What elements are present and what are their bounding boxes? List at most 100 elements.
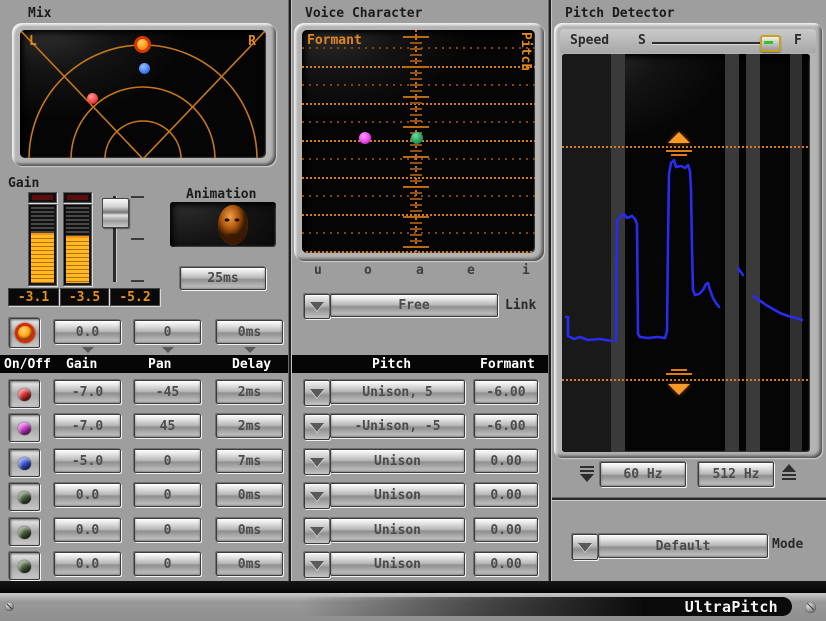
gain-meter-1 bbox=[28, 204, 57, 286]
voice5-led-icon bbox=[18, 526, 31, 539]
master-onoff-button[interactable] bbox=[9, 318, 40, 348]
mix-dot-master[interactable] bbox=[134, 36, 151, 53]
voice2-pan[interactable]: 45 bbox=[134, 414, 201, 438]
mix-dot-voice3[interactable] bbox=[139, 63, 150, 74]
pitch6-dropdown-button[interactable] bbox=[304, 552, 330, 578]
brand-name: UltraPitch bbox=[685, 598, 778, 616]
pan-column-pointer-icon bbox=[162, 347, 174, 353]
formant3-value[interactable]: 0.00 bbox=[474, 449, 538, 473]
footer-bar: UltraPitch bbox=[0, 593, 826, 621]
pitch-detector-display bbox=[562, 54, 810, 452]
voice1-delay[interactable]: 2ms bbox=[216, 380, 283, 404]
pitch4-interval[interactable]: Unison bbox=[330, 483, 465, 507]
pitch4-dropdown-button[interactable] bbox=[304, 483, 330, 509]
vc-dot-voice4[interactable] bbox=[411, 132, 423, 144]
gain-meter2-readout: -3.5 bbox=[60, 288, 109, 306]
pitch3-interval[interactable]: Unison bbox=[330, 449, 465, 473]
voice1-gain[interactable]: -7.0 bbox=[54, 380, 121, 404]
voice2-onoff-button[interactable] bbox=[9, 414, 40, 442]
voice2-gain[interactable]: -7.0 bbox=[54, 414, 121, 438]
mix-dot-voice2[interactable] bbox=[192, 93, 203, 104]
waves-logo-icon bbox=[805, 602, 816, 613]
low-range-marker-icon[interactable] bbox=[668, 384, 690, 395]
voice3-gain[interactable]: -5.0 bbox=[54, 449, 121, 473]
voice3-delay[interactable]: 7ms bbox=[216, 449, 283, 473]
column-divider bbox=[288, 0, 292, 581]
voice2-delay[interactable]: 2ms bbox=[216, 414, 283, 438]
voice5-gain[interactable]: 0.0 bbox=[54, 518, 121, 542]
header-onoff: On/Off bbox=[4, 357, 51, 372]
gain-meter-2 bbox=[63, 204, 92, 286]
voice6-pan[interactable]: 0 bbox=[134, 552, 201, 576]
voice-character-bezel: Formant Pitch bbox=[294, 23, 544, 261]
vowel-a: a bbox=[416, 263, 424, 278]
fader-tick-top bbox=[131, 196, 144, 198]
pitch2-dropdown-button[interactable] bbox=[304, 414, 330, 440]
high-freq-button[interactable]: 512 Hz bbox=[698, 462, 774, 487]
dropdown-arrow-icon bbox=[310, 527, 324, 536]
gain-fader-handle[interactable] bbox=[102, 198, 129, 228]
voice5-onoff-button[interactable] bbox=[9, 518, 40, 546]
voice3-pan[interactable]: 0 bbox=[134, 449, 201, 473]
speed-slow-label: S bbox=[638, 33, 646, 48]
mix-right-label: R bbox=[248, 34, 256, 49]
voice5-pan[interactable]: 0 bbox=[134, 518, 201, 542]
speed-slider-handle[interactable] bbox=[760, 35, 781, 52]
animation-speed-button[interactable]: 25ms bbox=[180, 267, 266, 290]
pitch1-dropdown-button[interactable] bbox=[304, 380, 330, 406]
vowel-i: i bbox=[522, 263, 530, 278]
formant6-value[interactable]: 0.00 bbox=[474, 552, 538, 576]
mode-label: Mode bbox=[772, 537, 803, 552]
dropdown-arrow-icon bbox=[578, 543, 592, 552]
master-pan-value[interactable]: 0 bbox=[134, 320, 201, 344]
voice4-delay[interactable]: 0ms bbox=[216, 483, 283, 507]
voice1-onoff-button[interactable] bbox=[9, 380, 40, 408]
pitch5-interval[interactable]: Unison bbox=[330, 518, 465, 542]
pitch3-dropdown-button[interactable] bbox=[304, 449, 330, 475]
speed-slider-track[interactable] bbox=[652, 42, 770, 44]
vc-mode-dropdown-button[interactable] bbox=[304, 294, 330, 319]
voice4-onoff-button[interactable] bbox=[9, 483, 40, 511]
pitch-detector-title: Pitch Detector bbox=[565, 6, 675, 21]
voice5-delay[interactable]: 0ms bbox=[216, 518, 283, 542]
pitch-detector-bezel: Speed S F bbox=[554, 23, 822, 458]
high-range-marker-bar bbox=[671, 154, 687, 156]
voice-character-display: Formant Pitch bbox=[302, 30, 535, 253]
formant2-value[interactable]: -6.00 bbox=[474, 414, 538, 438]
low-limit-marker-icon[interactable] bbox=[580, 466, 594, 482]
mix-display-bezel: L R bbox=[12, 23, 276, 166]
mode-value[interactable]: Default bbox=[598, 534, 768, 558]
formant5-value[interactable]: 0.00 bbox=[474, 518, 538, 542]
vowel-o: o bbox=[364, 263, 372, 278]
pitch-table-header: Pitch Formant bbox=[292, 355, 549, 373]
pitch1-interval[interactable]: Unison, 5 bbox=[330, 380, 465, 404]
voice3-onoff-button[interactable] bbox=[9, 449, 40, 477]
vc-mode-value[interactable]: Free bbox=[330, 294, 498, 317]
voice1-pan[interactable]: -45 bbox=[134, 380, 201, 404]
mode-dropdown-button[interactable] bbox=[572, 534, 598, 560]
formant1-value[interactable]: -6.00 bbox=[474, 380, 538, 404]
vc-dot-voice2[interactable] bbox=[359, 132, 371, 144]
voice6-gain[interactable]: 0.0 bbox=[54, 552, 121, 576]
pitch5-dropdown-button[interactable] bbox=[304, 518, 330, 544]
voice6-led-icon bbox=[18, 560, 31, 573]
high-range-line[interactable] bbox=[562, 146, 810, 148]
ultrapitch-plugin-window: { "window": { "brand": "UltraPitch" }, "… bbox=[0, 0, 826, 621]
pitch2-interval[interactable]: -Unison, -5 bbox=[330, 414, 465, 438]
delay-column-pointer-icon bbox=[244, 347, 256, 353]
low-freq-button[interactable]: 60 Hz bbox=[600, 462, 686, 487]
low-range-line[interactable] bbox=[562, 379, 810, 381]
pitch6-interval[interactable]: Unison bbox=[330, 552, 465, 576]
meter1-clip bbox=[28, 192, 57, 203]
voice4-pan[interactable]: 0 bbox=[134, 483, 201, 507]
master-delay-value[interactable]: 0ms bbox=[216, 320, 283, 344]
voice4-gain[interactable]: 0.0 bbox=[54, 483, 121, 507]
meter2-clip bbox=[63, 192, 92, 203]
master-gain-value[interactable]: 0.0 bbox=[54, 320, 121, 344]
mix-dot-voice1[interactable] bbox=[87, 93, 98, 104]
high-limit-marker-icon[interactable] bbox=[782, 464, 796, 480]
voice6-delay[interactable]: 0ms bbox=[216, 552, 283, 576]
formant4-value[interactable]: 0.00 bbox=[474, 483, 538, 507]
high-range-marker-icon[interactable] bbox=[668, 132, 690, 143]
voice6-onoff-button[interactable] bbox=[9, 552, 40, 580]
